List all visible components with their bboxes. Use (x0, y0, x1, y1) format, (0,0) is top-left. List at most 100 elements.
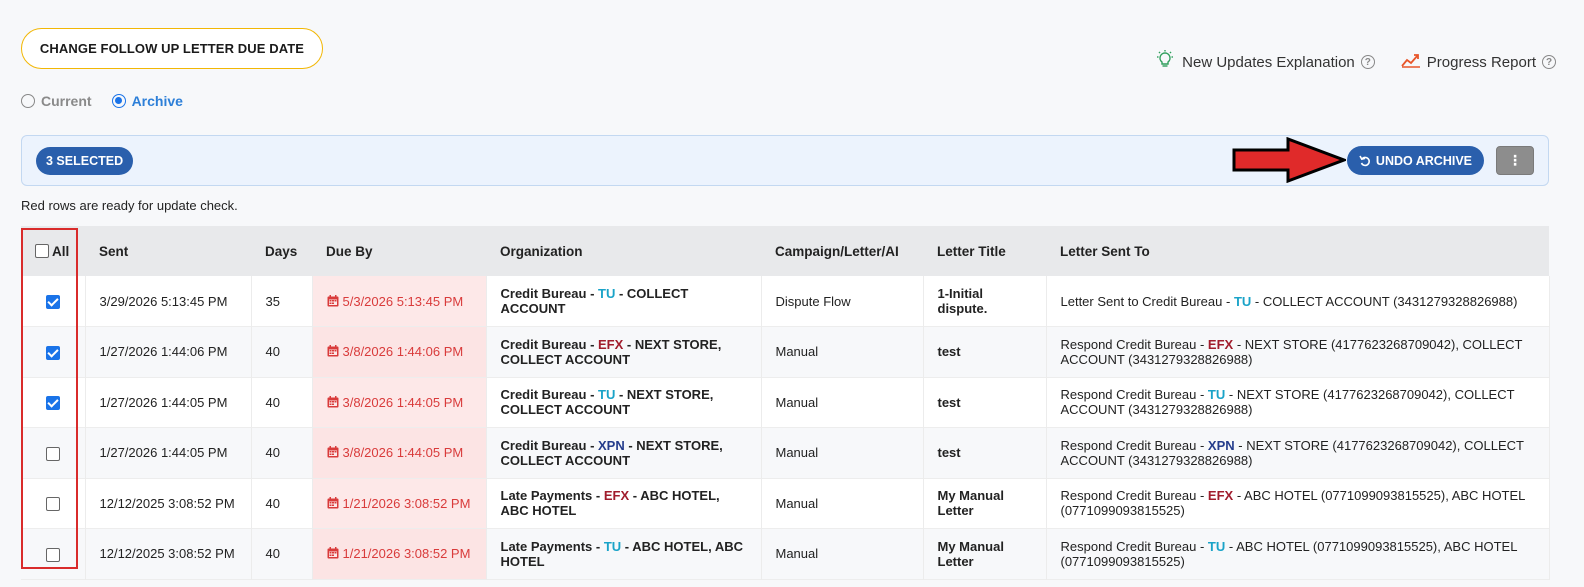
org-bureau-code: EFX (603, 488, 630, 504)
calendar-icon (327, 294, 338, 306)
lightbulb-icon (1154, 50, 1176, 74)
table-row[interactable]: 3/29/2026 5:13:45 PM 35 5/3/2026 5:13:45 P… (21, 276, 1550, 327)
letter-sent-to-cell: Respond Credit Bureau - EFX - ABC HOTEL … (1046, 478, 1550, 529)
campaign-cell: Manual (761, 377, 924, 428)
sent-to-prefix: Respond Credit Bureau - (1060, 336, 1208, 352)
due-by-value: 3/8/2026 1:44:05 PM (342, 445, 464, 461)
sent-cell: 12/12/2025 3:08:52 PM (85, 528, 252, 579)
change-follow-up-due-date-button[interactable]: CHANGE FOLLOW UP LETTER DUE DATE (21, 28, 323, 69)
col-days[interactable]: Days (251, 226, 312, 276)
row-checkbox[interactable] (45, 446, 60, 461)
letter-title-cell: 1-Initial dispute. (923, 276, 1047, 327)
col-organization[interactable]: Organization (486, 226, 761, 276)
sent-to-prefix: Respond Credit Bureau - (1060, 488, 1208, 504)
table-row[interactable]: 1/27/2026 1:44:06 PM 40 3/8/2026 1:44:06 P… (21, 326, 1550, 377)
radio-archive-dot[interactable] (111, 94, 126, 108)
letter-title-cell: My Manual Letter (923, 478, 1047, 529)
letter-title-cell: test (923, 377, 1047, 428)
org-prefix: Credit Bureau - (500, 336, 599, 352)
sent-to-prefix: Respond Credit Bureau - (1060, 387, 1208, 403)
org-prefix: Credit Bureau - (500, 387, 599, 403)
sent-to-prefix: Letter Sent to Credit Bureau - (1060, 293, 1234, 309)
org-prefix: Late Payments - (500, 488, 604, 504)
undo-archive-button[interactable]: UNDO ARCHIVE (1346, 146, 1484, 175)
letter-sent-to-cell: Respond Credit Bureau - TU - ABC HOTEL (… (1046, 528, 1550, 579)
letter-title-cell: test (923, 427, 1047, 478)
due-by-value: 1/21/2026 3:08:52 PM (342, 495, 471, 511)
calendar-icon (327, 547, 338, 559)
radio-archive[interactable]: Archive (111, 93, 183, 109)
row-select-cell (21, 528, 86, 579)
col-all-label: All (52, 243, 70, 259)
org-prefix: Credit Bureau - (500, 286, 599, 301)
table-row[interactable]: 12/12/2025 3:08:52 PM 40 1/21/2026 3:08:52… (21, 528, 1550, 579)
row-select-cell (21, 478, 86, 529)
help-icon[interactable]: ? (1542, 55, 1556, 69)
red-rows-note: Red rows are ready for update check. (21, 198, 238, 213)
trend-chart-icon (1401, 52, 1421, 72)
letter-sent-to-cell: Respond Credit Bureau - EFX - NEXT STORE… (1046, 326, 1550, 377)
row-checkbox[interactable] (45, 345, 60, 360)
undo-icon (1359, 155, 1370, 166)
table-row[interactable]: 1/27/2026 1:44:05 PM 40 3/8/2026 1:44:05 P… (21, 427, 1550, 478)
campaign-cell: Manual (761, 528, 924, 579)
table-header-row: All Sent Days Due By Organization Campai… (21, 226, 1549, 276)
row-checkbox[interactable] (45, 294, 60, 309)
progress-report-label: Progress Report (1426, 53, 1536, 71)
org-bureau-code: XPN (598, 437, 625, 453)
select-all-checkbox[interactable] (35, 244, 49, 258)
col-campaign[interactable]: Campaign/Letter/AI (761, 226, 923, 276)
sent-to-bureau-code: TU (1233, 293, 1252, 309)
due-by-value: 3/8/2026 1:44:06 PM (342, 344, 464, 360)
row-checkbox[interactable] (45, 497, 60, 512)
organization-cell: Late Payments - TU - ABC HOTEL, ABC HOTE… (486, 528, 762, 579)
campaign-cell: Manual (761, 427, 924, 478)
campaign-cell: Manual (761, 326, 924, 377)
col-sent[interactable]: Sent (85, 226, 251, 276)
sent-to-bureau-code: EFX (1207, 488, 1234, 504)
days-cell: 40 (251, 478, 313, 529)
letter-sent-to-cell: Letter Sent to Credit Bureau - TU - COLL… (1046, 276, 1550, 327)
calendar-icon (327, 345, 338, 357)
due-by-value: 5/3/2026 5:13:45 PM (342, 293, 464, 309)
sent-to-bureau-code: TU (1207, 538, 1226, 554)
col-letter-sent-to[interactable]: Letter Sent To (1046, 226, 1549, 276)
table-row[interactable]: 12/12/2025 3:08:52 PM 40 1/21/2026 3:08:52… (21, 478, 1550, 529)
more-options-button[interactable]: ⋮ (1496, 146, 1534, 175)
progress-report-link[interactable]: Progress Report ? (1401, 52, 1556, 72)
row-checkbox[interactable] (45, 547, 60, 562)
org-prefix: Late Payments - (500, 538, 604, 554)
days-cell: 35 (251, 276, 313, 327)
sent-to-bureau-code: EFX (1207, 336, 1234, 352)
calendar-icon (327, 446, 338, 458)
row-select-cell (21, 276, 86, 327)
row-checkbox[interactable] (45, 396, 60, 411)
due-by-cell: 5/3/2026 5:13:45 PM (312, 276, 487, 327)
due-by-cell: 3/8/2026 1:44:05 PM (312, 377, 487, 428)
due-by-cell: 3/8/2026 1:44:05 PM (312, 427, 487, 478)
sent-cell: 1/27/2026 1:44:05 PM (85, 427, 252, 478)
sent-cell: 1/27/2026 1:44:05 PM (85, 377, 252, 428)
new-updates-link[interactable]: New Updates Explanation ? (1154, 50, 1375, 74)
table-row[interactable]: 1/27/2026 1:44:05 PM 40 3/8/2026 1:44:05 P… (21, 377, 1550, 428)
radio-current[interactable]: Current (21, 93, 92, 109)
days-cell: 40 (251, 427, 313, 478)
row-select-cell (21, 377, 86, 428)
top-links: New Updates Explanation ? Progress Repor… (1154, 50, 1556, 74)
org-prefix: Credit Bureau - (500, 437, 599, 453)
red-arrow-annotation (1232, 137, 1346, 183)
radio-archive-label: Archive (131, 93, 183, 109)
col-due-by[interactable]: Due By (312, 226, 486, 276)
radio-current-label: Current (41, 93, 92, 109)
row-select-cell (21, 326, 86, 377)
col-letter-title[interactable]: Letter Title (923, 226, 1046, 276)
organization-cell: Credit Bureau - EFX - NEXT STORE, COLLEC… (486, 326, 762, 377)
due-by-cell: 1/21/2026 3:08:52 PM (312, 478, 487, 529)
radio-current-dot[interactable] (21, 94, 35, 108)
calendar-icon (327, 496, 338, 509)
letter-sent-to-cell: Respond Credit Bureau - TU - NEXT STORE … (1046, 377, 1550, 428)
sent-to-suffix: - COLLECT ACCOUNT (3431279328826988) (1251, 293, 1518, 309)
help-icon[interactable]: ? (1360, 55, 1375, 69)
due-by-value: 3/8/2026 1:44:05 PM (342, 394, 464, 410)
letter-sent-to-cell: Respond Credit Bureau - XPN - NEXT STORE… (1046, 427, 1550, 478)
